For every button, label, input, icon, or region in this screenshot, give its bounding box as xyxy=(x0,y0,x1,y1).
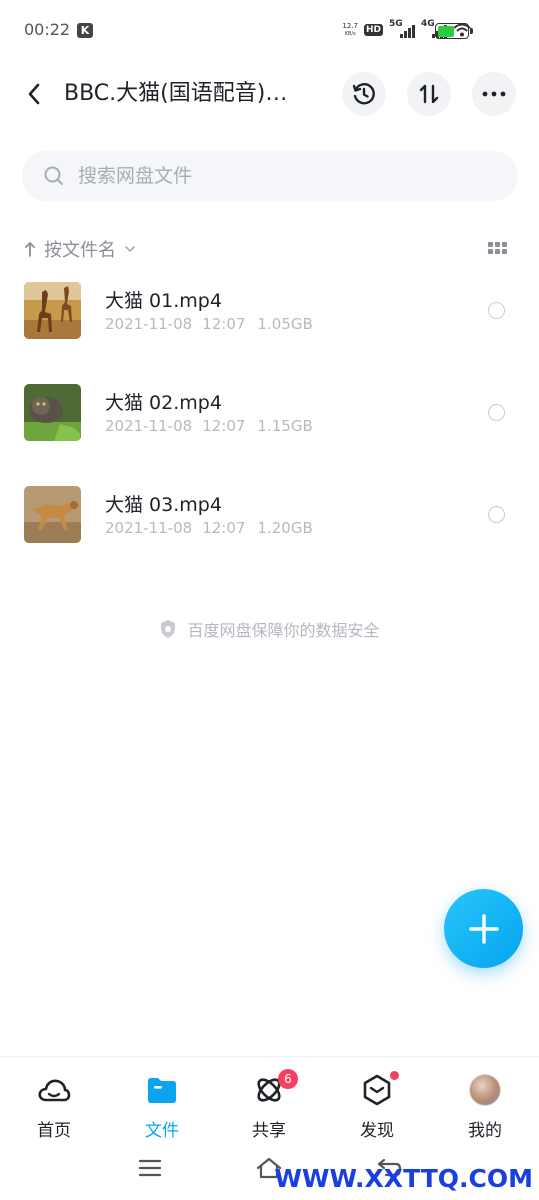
transfer-icon xyxy=(419,84,439,104)
back-button[interactable] xyxy=(20,80,48,108)
sort-row: 按文件名 xyxy=(24,236,516,264)
signal-5g-icon: 5G xyxy=(389,19,415,38)
file-time: 12:07 xyxy=(202,519,246,537)
nav-label-home: 首页 xyxy=(37,1121,71,1141)
file-date: 2021-11-08 xyxy=(105,519,193,537)
network-speed-unit: KB/s xyxy=(344,31,356,37)
sort-label: 按文件名 xyxy=(44,240,116,261)
video-thumbnail xyxy=(24,384,81,441)
security-note-text: 百度网盘保障你的数据安全 xyxy=(187,621,380,640)
nav-item-me[interactable]: 我的 xyxy=(445,1073,525,1141)
network-speed-value: 12.7 xyxy=(342,22,358,30)
share-badge: 6 xyxy=(278,1069,298,1089)
file-name: 大猫 02.mp4 xyxy=(105,392,222,414)
chevron-left-icon xyxy=(28,83,40,105)
chevron-down-icon xyxy=(125,246,135,252)
cloud-icon xyxy=(38,1079,71,1102)
file-list: 大猫 01.mp4 2021-11-08 12:07 1.05GB 大猫 02.… xyxy=(0,280,539,586)
file-size: 1.20GB xyxy=(257,519,313,537)
video-thumbnail xyxy=(24,486,81,543)
nav-item-files[interactable]: 文件 xyxy=(122,1073,202,1141)
status-time: 00:22 xyxy=(24,20,71,39)
plus-icon xyxy=(468,913,499,944)
discover-hexagon-icon xyxy=(363,1074,391,1106)
nav-label-share: 共享 xyxy=(252,1121,286,1141)
menu-button[interactable] xyxy=(136,1156,164,1180)
watermark: WWW.XXTTQ.COM xyxy=(274,1164,533,1193)
header: BBC.大猫(国语配音)… xyxy=(0,68,539,120)
more-icon xyxy=(482,91,506,97)
avatar xyxy=(469,1074,501,1106)
search-icon xyxy=(44,166,63,185)
file-item[interactable]: 大猫 01.mp4 2021-11-08 12:07 1.05GB xyxy=(0,280,539,382)
file-item[interactable]: 大猫 02.mp4 2021-11-08 12:07 1.15GB xyxy=(0,382,539,484)
battery-icon xyxy=(435,23,473,39)
more-button[interactable] xyxy=(472,72,516,116)
nav-item-discover[interactable]: 发现 xyxy=(337,1071,417,1141)
status-bar: 00:22 K 12.7 KB/s HD 5G 4G xyxy=(0,0,539,62)
signal-5g-label: 5G xyxy=(389,19,403,29)
sort-button[interactable]: 按文件名 xyxy=(24,236,136,262)
battery-fill xyxy=(437,25,455,37)
file-size: 1.05GB xyxy=(257,315,313,333)
network-speed: 12.7 KB/s xyxy=(342,22,358,38)
app-indicator-icon: K xyxy=(77,23,93,38)
select-radio[interactable] xyxy=(488,302,505,319)
file-date: 2021-11-08 xyxy=(105,315,193,333)
hd-icon: HD xyxy=(363,24,383,36)
nav-item-share[interactable]: 6 共享 xyxy=(229,1069,309,1141)
file-date: 2021-11-08 xyxy=(105,417,193,435)
nav-label-files: 文件 xyxy=(145,1121,179,1141)
file-meta: 2021-11-08 12:07 1.05GB xyxy=(105,315,313,333)
sort-arrow-up-icon xyxy=(25,242,35,257)
menu-icon xyxy=(138,1159,162,1177)
signal-4g-label: 4G xyxy=(421,19,435,29)
file-name: 大猫 01.mp4 xyxy=(105,290,222,312)
file-time: 12:07 xyxy=(202,417,246,435)
nav-label-me: 我的 xyxy=(468,1121,502,1141)
history-icon xyxy=(352,83,375,105)
video-thumbnail xyxy=(24,282,81,339)
select-radio[interactable] xyxy=(488,506,505,523)
bottom-nav: 首页 文件 6 共享 发现 我的 xyxy=(0,1056,539,1146)
folder-icon xyxy=(148,1078,176,1103)
search-input[interactable] xyxy=(78,165,478,187)
file-item[interactable]: 大猫 03.mp4 2021-11-08 12:07 1.20GB xyxy=(0,484,539,586)
nav-label-discover: 发现 xyxy=(360,1121,394,1141)
transfer-button[interactable] xyxy=(407,72,451,116)
shield-icon xyxy=(161,620,176,638)
nav-item-home[interactable]: 首页 xyxy=(14,1073,94,1141)
add-button[interactable] xyxy=(444,889,523,968)
grid-view-icon[interactable] xyxy=(488,242,508,256)
discover-dot xyxy=(390,1071,399,1080)
security-note: 百度网盘保障你的数据安全 xyxy=(0,617,539,641)
file-meta: 2021-11-08 12:07 1.15GB xyxy=(105,417,313,435)
file-name: 大猫 03.mp4 xyxy=(105,494,222,516)
file-meta: 2021-11-08 12:07 1.20GB xyxy=(105,519,313,537)
select-radio[interactable] xyxy=(488,404,505,421)
page-title: BBC.大猫(国语配音)… xyxy=(64,81,288,106)
file-size: 1.15GB xyxy=(257,417,313,435)
search-bar[interactable] xyxy=(22,151,518,201)
history-button[interactable] xyxy=(342,72,386,116)
file-time: 12:07 xyxy=(202,315,246,333)
